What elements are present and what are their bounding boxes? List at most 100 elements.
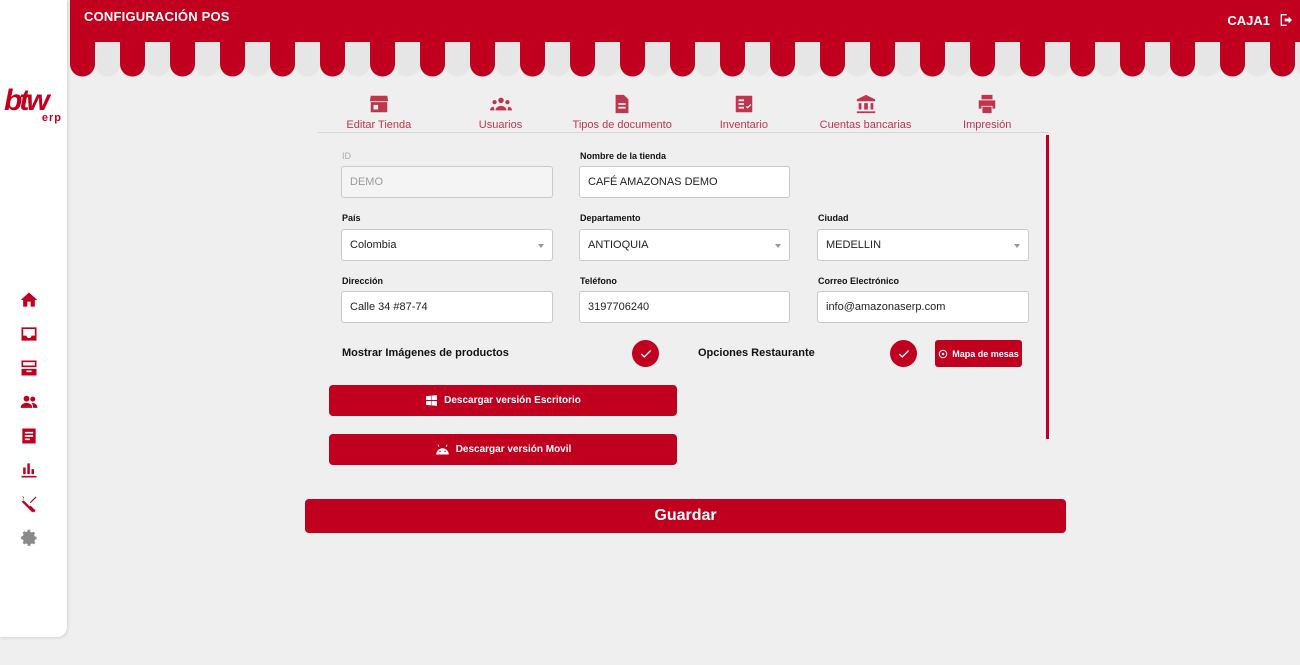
sidebar: btw erp — [0, 0, 67, 637]
printer-icon — [978, 94, 996, 114]
sidebar-item-inbox[interactable] — [18, 323, 40, 345]
tab-edit-store[interactable]: Editar Tienda — [318, 93, 440, 132]
tab-label: Editar Tienda — [346, 119, 412, 131]
tab-bank-accounts[interactable]: Cuentas bancarias — [805, 93, 927, 132]
awning-stripe — [720, 42, 745, 77]
awning-stripe — [70, 42, 95, 77]
awning-stripe — [270, 42, 295, 77]
restaurant-options-label: Opciones Restaurante — [698, 347, 815, 359]
city-select[interactable]: MEDELLIN — [817, 229, 1029, 261]
awning-stripe — [1145, 42, 1170, 77]
logout-icon[interactable] — [1278, 12, 1294, 28]
download-mobile-button[interactable]: Descargar versión Movil — [329, 434, 677, 465]
awning-stripe — [770, 42, 795, 77]
department-select[interactable]: ANTIOQUIA — [579, 229, 790, 261]
tab-label: Usuarios — [478, 119, 523, 131]
country-select[interactable]: Colombia — [341, 229, 553, 261]
country-label: País — [342, 213, 361, 223]
awning-stripe — [1095, 42, 1120, 77]
download-desktop-label: Descargar versión Escritorio — [444, 395, 581, 406]
map-settings-icon — [938, 349, 948, 358]
awning-stripe — [520, 42, 545, 77]
logo-main: btw — [4, 84, 50, 117]
sidebar-item-home[interactable] — [18, 289, 40, 311]
sidebar-item-reports[interactable] — [18, 459, 40, 481]
caret-down-icon — [538, 244, 544, 248]
gear-icon — [21, 529, 37, 546]
awning-stripe — [1020, 42, 1045, 77]
awning-stripe — [595, 42, 620, 77]
receipt-icon — [22, 428, 36, 444]
awning-stripe — [670, 42, 695, 77]
city-label: Ciudad — [818, 213, 849, 223]
tab-label: Impresión — [963, 119, 1012, 131]
bank-icon — [856, 94, 875, 114]
awning-stripe — [245, 42, 270, 77]
awning-stripe — [320, 42, 345, 77]
awning-stripe — [845, 42, 870, 77]
awning-stripe — [1120, 42, 1145, 77]
awning-stripe — [895, 42, 920, 77]
awning-stripe — [295, 42, 320, 77]
caret-down-icon — [1014, 244, 1020, 248]
page-title: CONFIGURACIÓN POS — [84, 9, 230, 24]
awning-stripe — [395, 42, 420, 77]
awning-stripe — [1195, 42, 1220, 77]
awning-stripe — [145, 42, 170, 77]
tray-icon — [21, 360, 37, 376]
awning-stripe — [220, 42, 245, 77]
sidebar-item-users[interactable] — [18, 391, 40, 413]
awning-stripe — [95, 42, 120, 77]
awning-stripe — [1045, 42, 1070, 77]
chart-icon — [21, 463, 37, 478]
store-name-field[interactable]: CAFÉ AMAZONAS DEMO — [579, 166, 790, 198]
inventory-icon — [735, 95, 753, 113]
tab-document-types[interactable]: Tipos de documento — [561, 93, 683, 132]
sidebar-item-settings[interactable] — [18, 527, 40, 549]
tab-printing[interactable]: Impresión — [926, 93, 1048, 132]
download-desktop-button[interactable]: Descargar versión Escritorio — [329, 385, 677, 416]
table-map-button[interactable]: Mapa de mesas — [935, 340, 1022, 367]
show-images-label: Mostrar Imágenes de productos — [342, 347, 509, 359]
tab-inventory[interactable]: Inventario — [683, 93, 805, 132]
email-field[interactable]: info@amazonaserp.com — [817, 291, 1029, 323]
country-value: Colombia — [350, 239, 397, 251]
awning-stripe — [920, 42, 945, 77]
awning-stripe — [1295, 42, 1300, 74]
awning-stripe — [745, 42, 770, 77]
caret-down-icon — [775, 244, 781, 248]
awning-stripe — [645, 42, 670, 77]
brand-logo: btw erp — [4, 86, 64, 126]
awning-stripe — [170, 42, 195, 77]
check-icon — [898, 349, 909, 358]
restaurant-options-checkbox[interactable] — [890, 340, 917, 367]
sidebar-item-receipts[interactable] — [18, 425, 40, 447]
awning-stripe — [695, 42, 720, 77]
save-button[interactable]: Guardar — [305, 499, 1066, 533]
download-mobile-label: Descargar versión Movil — [455, 444, 572, 455]
city-value: MEDELLIN — [826, 239, 882, 251]
awning-stripe — [995, 42, 1020, 77]
address-label: Dirección — [342, 276, 384, 286]
awning-stripe — [195, 42, 220, 77]
tab-users[interactable]: Usuarios — [440, 93, 562, 132]
users-icon — [20, 395, 38, 408]
awning-stripe — [870, 42, 895, 77]
windows-icon — [426, 395, 438, 406]
awning-stripe — [545, 42, 570, 77]
awning-stripe — [570, 42, 595, 77]
id-label: ID — [342, 151, 351, 161]
store-icon — [369, 95, 388, 113]
document-icon — [615, 94, 629, 114]
show-images-checkbox[interactable] — [632, 340, 659, 367]
cashier-name: CAJA1 — [1227, 13, 1270, 28]
awning-stripe — [970, 42, 995, 77]
awning-stripe — [945, 42, 970, 77]
phone-field[interactable]: 3197706240 — [579, 291, 790, 323]
sidebar-item-restaurant[interactable] — [18, 493, 40, 515]
awning-stripe — [1170, 42, 1195, 77]
email-label: Correo Electrónico — [818, 276, 900, 286]
address-field[interactable]: Calle 34 #87-74 — [341, 291, 553, 323]
sidebar-nav — [18, 289, 42, 561]
sidebar-item-tray[interactable] — [18, 357, 40, 379]
